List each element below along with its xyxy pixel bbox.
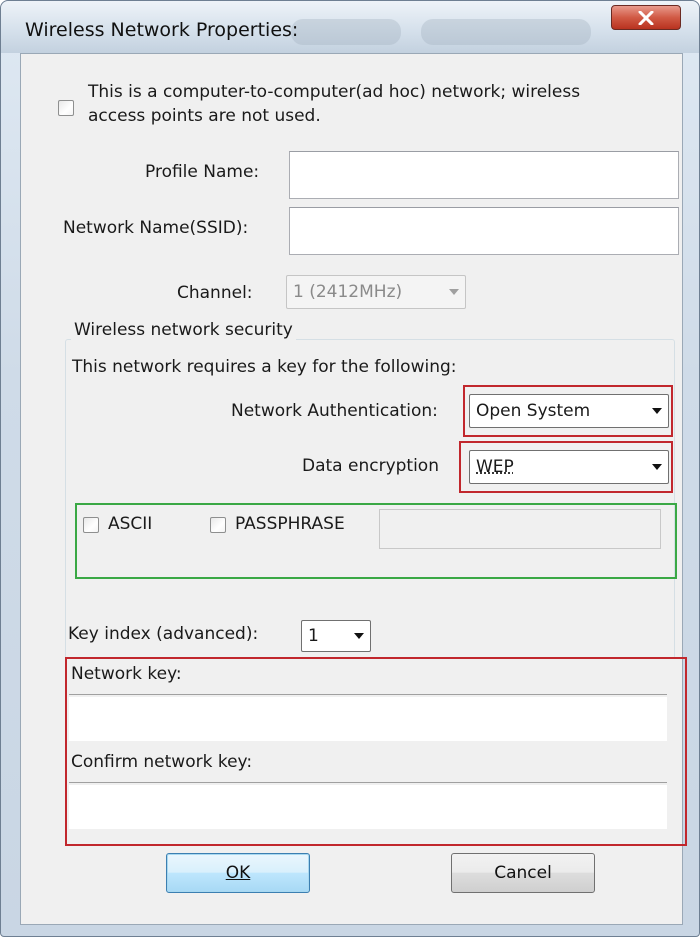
glass-streak (421, 19, 591, 45)
security-group-label: Wireless network security (71, 320, 296, 340)
glass-streak (291, 19, 401, 45)
channel-label: Channel: (177, 283, 253, 303)
window-title: Wireless Network Properties: (25, 19, 299, 41)
dropdown-arrow-icon (443, 289, 465, 295)
security-intro-text: This network requires a key for the foll… (72, 357, 457, 377)
cancel-button-label: Cancel (494, 863, 552, 883)
ssid-field[interactable] (289, 207, 679, 255)
dropdown-arrow-icon (348, 633, 370, 639)
channel-value: 1 (2412MHz) (293, 282, 403, 302)
ssid-label: Network Name(SSID): (63, 218, 249, 238)
key-index-label: Key index (advanced): (68, 624, 259, 644)
key-index-dropdown[interactable]: 1 (301, 620, 371, 652)
adhoc-checkbox[interactable] (58, 100, 74, 116)
encryption-highlight-box (459, 441, 673, 493)
dialog-client-area: This is a computer-to-computer(ad hoc) n… (20, 53, 687, 925)
channel-dropdown[interactable]: 1 (2412MHz) (286, 275, 466, 309)
adhoc-label-line1: This is a computer-to-computer(ad hoc) n… (88, 82, 581, 102)
cancel-button[interactable]: Cancel (451, 853, 595, 893)
network-key-highlight-box (65, 657, 687, 846)
ascii-passphrase-highlight-box (75, 503, 677, 579)
profile-name-field[interactable] (289, 151, 679, 199)
ok-button[interactable]: OK (166, 853, 310, 893)
adhoc-label-line2: access points are not used. (88, 106, 321, 126)
profile-name-label: Profile Name: (145, 162, 260, 182)
data-encryption-label: Data encryption (302, 456, 439, 476)
close-icon (638, 10, 654, 25)
close-button[interactable] (611, 5, 681, 30)
dialog-window: Wireless Network Properties: This is a c… (0, 0, 700, 937)
ok-button-label: OK (225, 863, 251, 883)
auth-highlight-box (463, 385, 673, 437)
title-bar[interactable]: Wireless Network Properties: (1, 1, 699, 53)
key-index-value: 1 (308, 626, 319, 646)
network-authentication-label: Network Authentication: (231, 401, 438, 421)
